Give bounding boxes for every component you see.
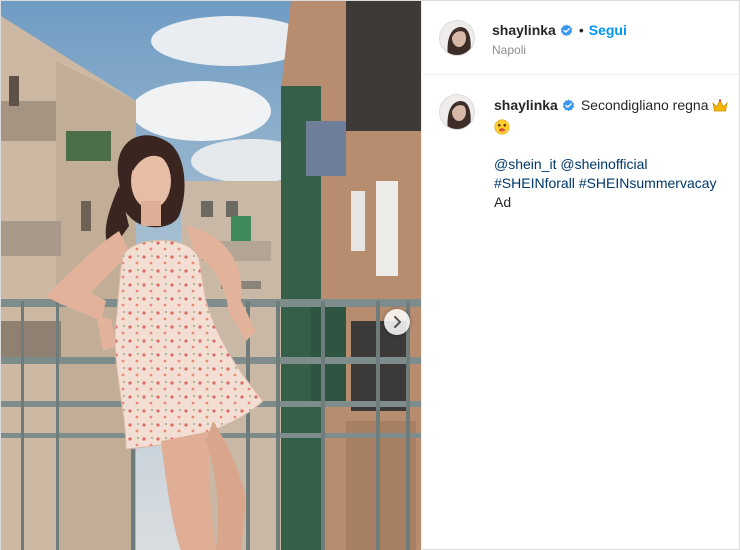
post-photo[interactable] — [1, 1, 421, 550]
mentions-line: @shein_it @sheinofficial — [494, 155, 734, 174]
chevron-right-icon — [394, 316, 401, 328]
verified-badge-icon — [562, 99, 574, 112]
carousel-next-button[interactable] — [384, 309, 410, 335]
post-caption: shaylinka Secondigliano regna @shein_it … — [494, 96, 734, 212]
header-user-line: shaylinka • Segui — [492, 21, 627, 39]
header-username[interactable]: shaylinka — [492, 22, 556, 38]
profile-photo — [440, 21, 474, 55]
caption-avatar[interactable] — [439, 94, 475, 130]
hashtag-link[interactable]: #SHEINforall — [494, 175, 575, 191]
hashtag-link[interactable]: #SHEINsummervacay — [579, 175, 717, 191]
post-side-panel: shaylinka • Segui Napoli shaylinka Secon… — [421, 1, 740, 550]
mention-link[interactable]: @sheinofficial — [560, 156, 647, 172]
hashtags-line: #SHEINforall #SHEINsummervacay — [494, 174, 734, 193]
caption-tags: @shein_it @sheinofficial #SHEINforall #S… — [494, 155, 734, 212]
follow-button[interactable]: Segui — [589, 22, 627, 38]
verified-badge-icon — [560, 23, 572, 36]
mention-link[interactable]: @shein_it — [494, 156, 556, 172]
photo-illustration — [1, 1, 421, 550]
header-separator: • — [578, 22, 584, 38]
crown-emoji — [712, 98, 729, 111]
face-emoji — [494, 119, 510, 135]
caption-first-line: shaylinka Secondigliano regna — [494, 96, 734, 115]
profile-photo — [440, 95, 474, 129]
ad-label: Ad — [494, 194, 512, 210]
instagram-post: shaylinka • Segui Napoli shaylinka Secon… — [0, 0, 740, 550]
caption-username[interactable]: shaylinka — [494, 96, 558, 115]
caption-text: Secondigliano regna — [580, 97, 709, 113]
caption-emoji-row — [494, 117, 734, 135]
location-link[interactable]: Napoli — [492, 43, 526, 57]
post-header: shaylinka • Segui Napoli — [422, 1, 740, 75]
avatar[interactable] — [439, 20, 475, 56]
